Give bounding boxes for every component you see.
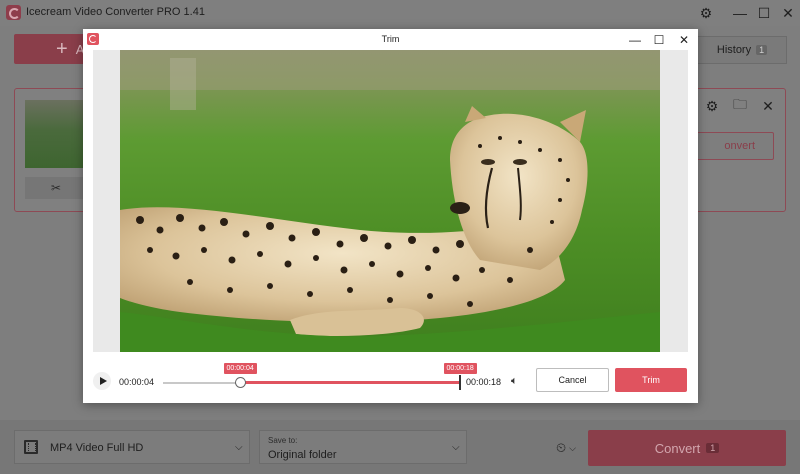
end-time: 00:00:18	[466, 377, 502, 387]
format-select[interactable]: MP4 Video Full HD ⌵	[14, 430, 250, 464]
current-time: 00:00:04	[119, 377, 155, 387]
history-button[interactable]: History 1	[697, 36, 787, 64]
scissors-icon: ✂	[50, 181, 62, 195]
close-icon[interactable]: ✕	[776, 2, 800, 24]
trim-button[interactable]: Trim	[615, 368, 687, 392]
settings-icon[interactable]: ⚙	[694, 2, 718, 24]
trim-controls: 00:00:04 00:00:04 00:00:18 00:00:18 🔈︎ C…	[83, 352, 698, 403]
save-to-value: Original folder	[268, 449, 337, 461]
minimize-icon[interactable]: —	[624, 30, 646, 49]
close-icon[interactable]: ✕	[673, 30, 695, 49]
chevron-down-icon: ⌵	[235, 442, 243, 453]
convert-all-button[interactable]: Convert 1	[588, 430, 786, 466]
trim-dialog-titlebar: Trim — ☐ ✕	[83, 29, 698, 50]
maximize-icon[interactable]: ☐	[648, 30, 670, 49]
trim-file-button[interactable]: ✂	[25, 177, 87, 199]
convert-count-badge: 1	[706, 443, 720, 453]
add-video-button[interactable]: + A	[14, 34, 90, 64]
play-icon[interactable]	[93, 372, 111, 390]
video-preview-area	[93, 50, 688, 352]
maximize-icon[interactable]: ☐	[752, 2, 776, 24]
trim-end-handle[interactable]	[459, 375, 461, 390]
cancel-button[interactable]: Cancel	[536, 368, 609, 392]
file-card-actions: ⚙ 🗀 ✕	[703, 96, 777, 115]
history-count-badge: 1	[756, 45, 768, 55]
save-to-select[interactable]: Save to: Original folder ⌵	[259, 430, 467, 464]
convert-label: Convert	[654, 440, 701, 456]
app-logo-icon	[6, 5, 21, 20]
app-title: Icecream Video Converter PRO 1.41	[26, 6, 205, 18]
chevron-down-icon: ⌵	[452, 442, 460, 453]
close-icon[interactable]: ✕	[759, 97, 777, 115]
minimize-icon[interactable]: —	[728, 2, 752, 24]
video-preview[interactable]	[120, 50, 660, 352]
plus-icon: +	[56, 37, 68, 60]
cheetah-video-frame	[120, 50, 660, 352]
trim-start-handle[interactable]	[234, 377, 246, 388]
video-thumbnail	[25, 100, 87, 168]
film-icon	[24, 440, 38, 454]
save-to-caption: Save to:	[268, 436, 298, 445]
schedule-button[interactable]: ⏲ ⌵	[551, 438, 581, 458]
end-marker-label: 00:00:18	[443, 363, 477, 374]
file-convert-button[interactable]: onvert	[694, 132, 774, 160]
history-label: History	[716, 44, 752, 56]
trim-dialog-title: Trim	[381, 34, 400, 44]
folder-icon[interactable]: 🗀	[731, 96, 749, 115]
trim-dialog: Trim — ☐ ✕ 00:00:04 00:00:04 00:00:18 00…	[83, 29, 698, 403]
chevron-down-icon: ⌵	[569, 442, 576, 453]
clock-icon: ⏲	[556, 440, 567, 455]
start-marker-label: 00:00:04	[223, 363, 257, 374]
trim-selection-range	[240, 381, 460, 384]
speaker-icon[interactable]: 🔈︎	[511, 375, 518, 388]
format-label: MP4 Video Full HD	[50, 442, 144, 454]
main-titlebar: Icecream Video Converter PRO 1.41 ⚙ — ☐ …	[0, 0, 800, 26]
gear-icon[interactable]: ⚙	[703, 97, 721, 115]
